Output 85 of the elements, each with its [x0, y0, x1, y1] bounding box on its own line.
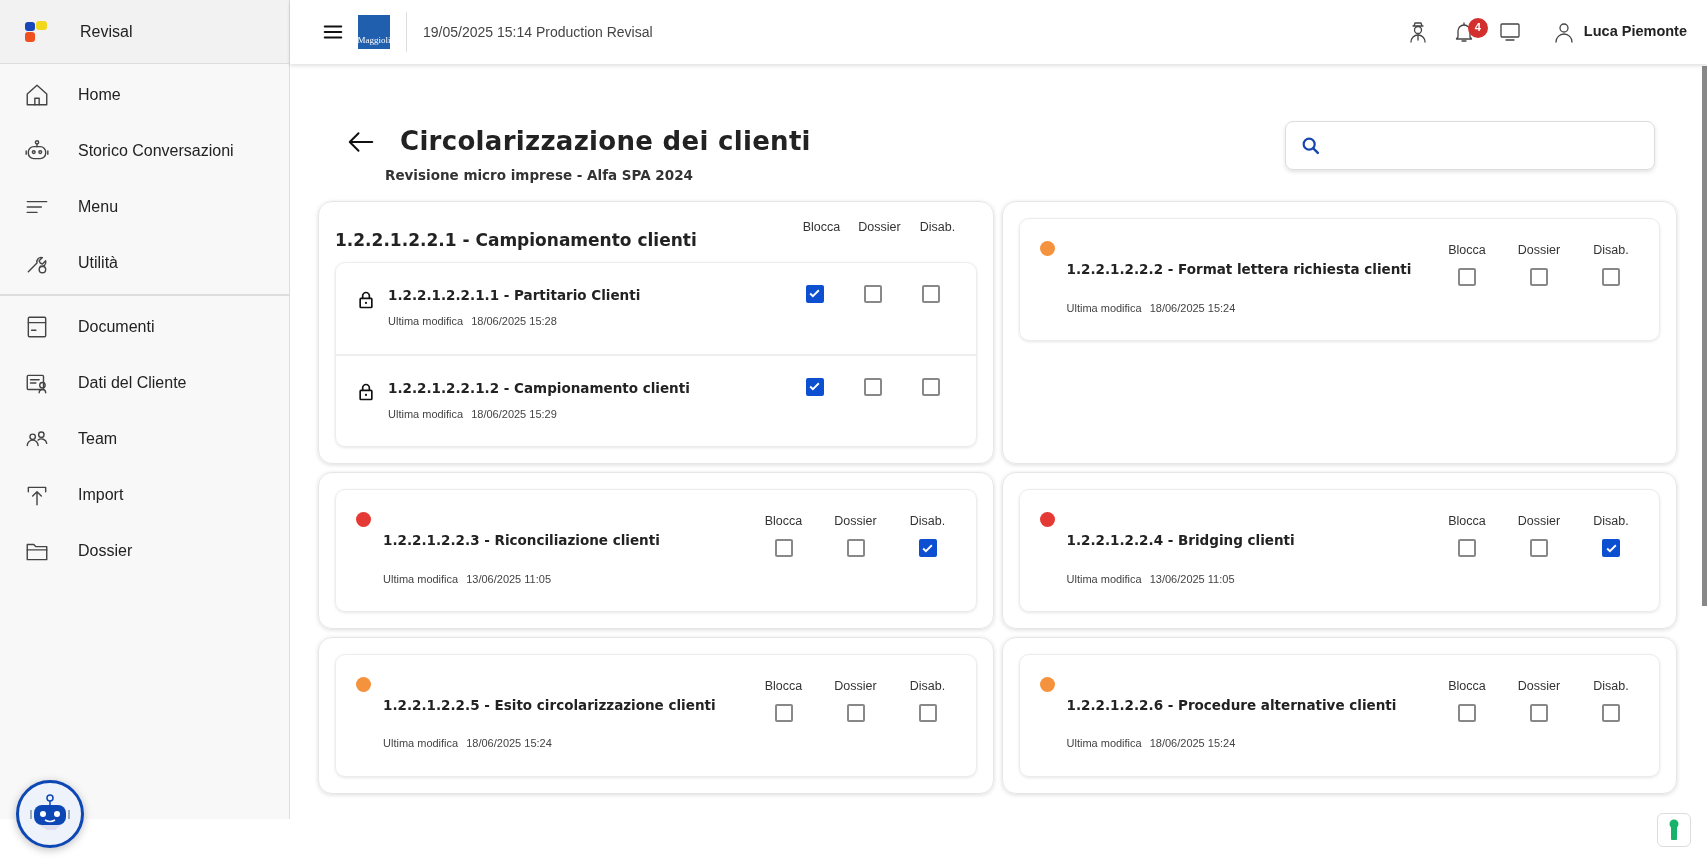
checkbox-label: Dossier	[834, 678, 877, 696]
checkbox-label: Blocca	[764, 513, 803, 531]
search-field[interactable]	[1285, 121, 1655, 170]
modified-label: Ultima modifica	[383, 571, 459, 587]
monitor-icon[interactable]	[1497, 20, 1522, 44]
checkbox-label: Disab.	[909, 678, 946, 696]
modified-date: 18/06/2025 15:28	[471, 314, 557, 330]
item-title: 1.2.2.1.2.2.2 - Format lettera richiesta clienti	[1066, 260, 1413, 280]
checkbox[interactable]	[918, 703, 937, 722]
sidebar-item[interactable]: Import	[0, 467, 289, 523]
checkbox[interactable]	[1458, 703, 1476, 722]
company-logo: Maggioli	[358, 15, 390, 49]
checkbox-label: Blocca	[764, 678, 803, 696]
environment-info: 19/05/2025 15:14 Production Revisal	[423, 22, 653, 42]
scrollbar[interactable]	[1702, 66, 1707, 606]
checkbox-label: Disab.	[1593, 242, 1629, 260]
notification-count: 4	[1467, 17, 1488, 38]
brand-name: Revisal	[80, 21, 133, 42]
modified-date: 18/06/2025 15:24	[1149, 736, 1236, 752]
checkbox[interactable]	[805, 377, 824, 396]
checkbox[interactable]	[846, 703, 865, 722]
checkbox-label: Blocca	[1448, 513, 1486, 531]
checkbox-label: Dossier	[1517, 678, 1561, 696]
checkbox[interactable]	[846, 539, 865, 558]
modified-label: Ultima modifica	[388, 406, 464, 422]
sidebar-item[interactable]: Home	[0, 67, 289, 123]
modified-date: 13/06/2025 11:05	[1149, 571, 1235, 587]
checkbox[interactable]	[863, 284, 882, 303]
checkbox[interactable]	[918, 539, 937, 558]
modified-label: Ultima modifica	[1066, 300, 1142, 316]
checkbox-label: Blocca	[1448, 242, 1486, 260]
item-title: 1.2.2.1.2.2.1.1 - Partitario Clienti	[388, 285, 642, 305]
checkbox[interactable]	[805, 284, 824, 303]
column-label: Disab.	[919, 219, 956, 237]
sidebar-item[interactable]: Utilità	[0, 235, 289, 291]
checkbox-label: Dossier	[1517, 513, 1561, 531]
checkbox[interactable]	[863, 377, 882, 396]
checkbox-label: Disab.	[1593, 513, 1629, 531]
checkbox[interactable]	[1602, 539, 1620, 558]
checkbox-label: Disab.	[909, 513, 946, 531]
item-title: 1.2.2.1.2.2.6 - Procedure alternative clienti	[1066, 696, 1398, 716]
sidebar-item[interactable]: Menu	[0, 179, 289, 235]
modified-label: Ultima modifica	[388, 314, 464, 330]
item-title: 1.2.2.1.2.2.1.2 - Campionamento clienti	[388, 378, 691, 398]
sidebar-item[interactable]: Storico Conversazioni	[0, 123, 289, 179]
modified-date: 18/06/2025 15:24	[466, 736, 552, 752]
keyhole-icon	[1669, 819, 1679, 841]
sidebar-item[interactable]: Dati del Cliente	[0, 355, 289, 411]
checkbox[interactable]	[1530, 703, 1548, 722]
checkbox[interactable]	[921, 377, 940, 396]
modified-date: 18/06/2025 15:24	[1149, 300, 1236, 316]
checkbox[interactable]	[1530, 539, 1548, 558]
page-subtitle: Revisione micro imprese - Alfa SPA 2024	[385, 166, 694, 186]
checkbox[interactable]	[1530, 268, 1548, 287]
checkbox[interactable]	[774, 539, 793, 558]
sidebar-item[interactable]: Dossier	[0, 523, 289, 579]
chatbot-button[interactable]	[16, 780, 84, 848]
checkbox[interactable]	[921, 284, 940, 303]
keyhole-button[interactable]	[1657, 813, 1691, 847]
modified-date: 18/06/2025 15:29	[471, 406, 557, 422]
user-menu[interactable]: Luca Piemonte	[1551, 20, 1687, 44]
house-icon	[24, 82, 50, 108]
column-label: Dossier	[858, 219, 901, 237]
checkbox-label: Disab.	[1593, 678, 1629, 696]
item-title: 1.2.2.1.2.2.5 - Esito circolarizzazione clienti	[383, 696, 717, 716]
checkbox[interactable]	[1602, 703, 1620, 722]
checkbox[interactable]	[1602, 268, 1620, 287]
checkbox[interactable]	[1458, 539, 1476, 558]
modified-label: Ultima modifica	[1066, 736, 1142, 752]
column-label: Blocca	[802, 219, 841, 237]
checkbox[interactable]	[1458, 268, 1476, 287]
sidebar-item[interactable]: Documenti	[0, 299, 289, 355]
modified-label: Ultima modifica	[1066, 571, 1142, 587]
sidebar-item[interactable]: Team	[0, 411, 289, 467]
checkbox-label: Dossier	[1517, 242, 1561, 260]
checkbox-label: Dossier	[834, 513, 877, 531]
item-title: 1.2.2.1.2.2.3 - Riconciliazione clienti	[383, 531, 661, 551]
page-title: Circolarizzazione dei clienti	[400, 126, 811, 158]
item-title: 1.2.2.1.2.2.4 - Bridging clienti	[1066, 531, 1296, 551]
app-logo	[24, 19, 48, 44]
checkbox[interactable]	[774, 703, 793, 722]
group-title: 1.2.2.1.2.2.1 - Campionamento clienti	[335, 229, 697, 253]
checkbox-label: Blocca	[1448, 678, 1486, 696]
modified-label: Ultima modifica	[383, 736, 459, 752]
modified-date: 13/06/2025 11:05	[466, 571, 551, 587]
